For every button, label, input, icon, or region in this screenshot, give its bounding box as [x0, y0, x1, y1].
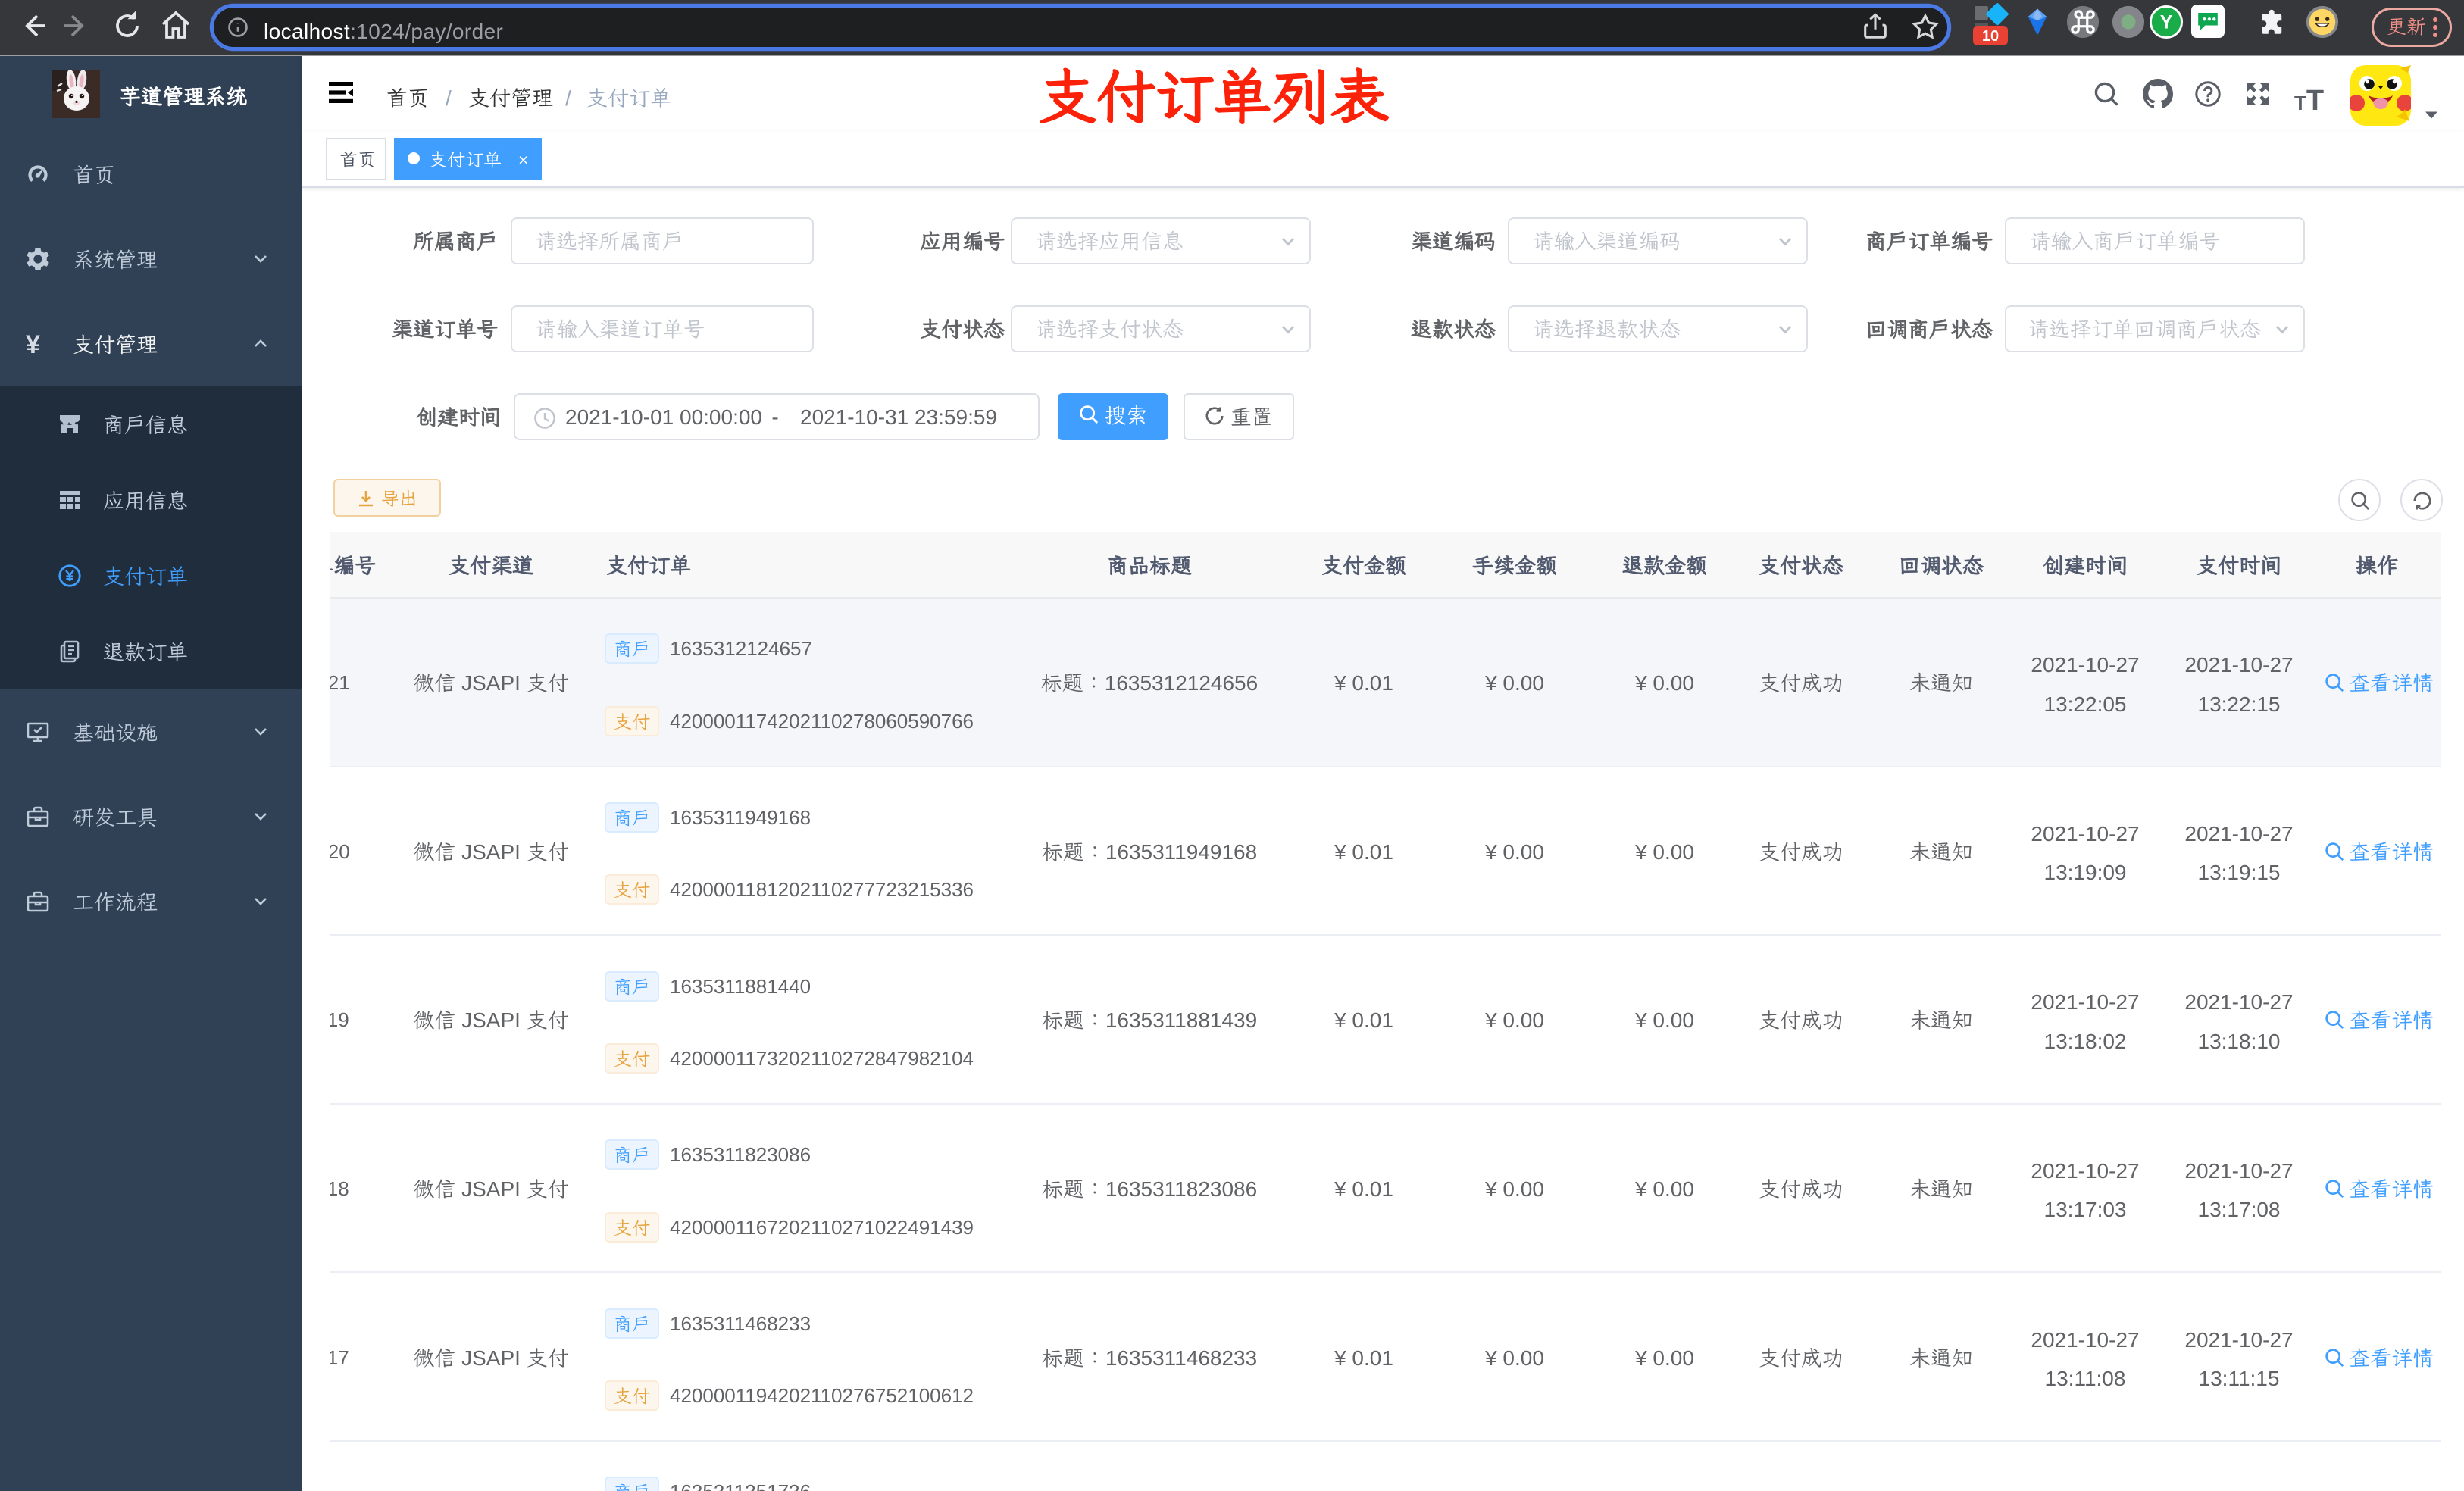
svg-text:Y: Y [2160, 12, 2173, 33]
